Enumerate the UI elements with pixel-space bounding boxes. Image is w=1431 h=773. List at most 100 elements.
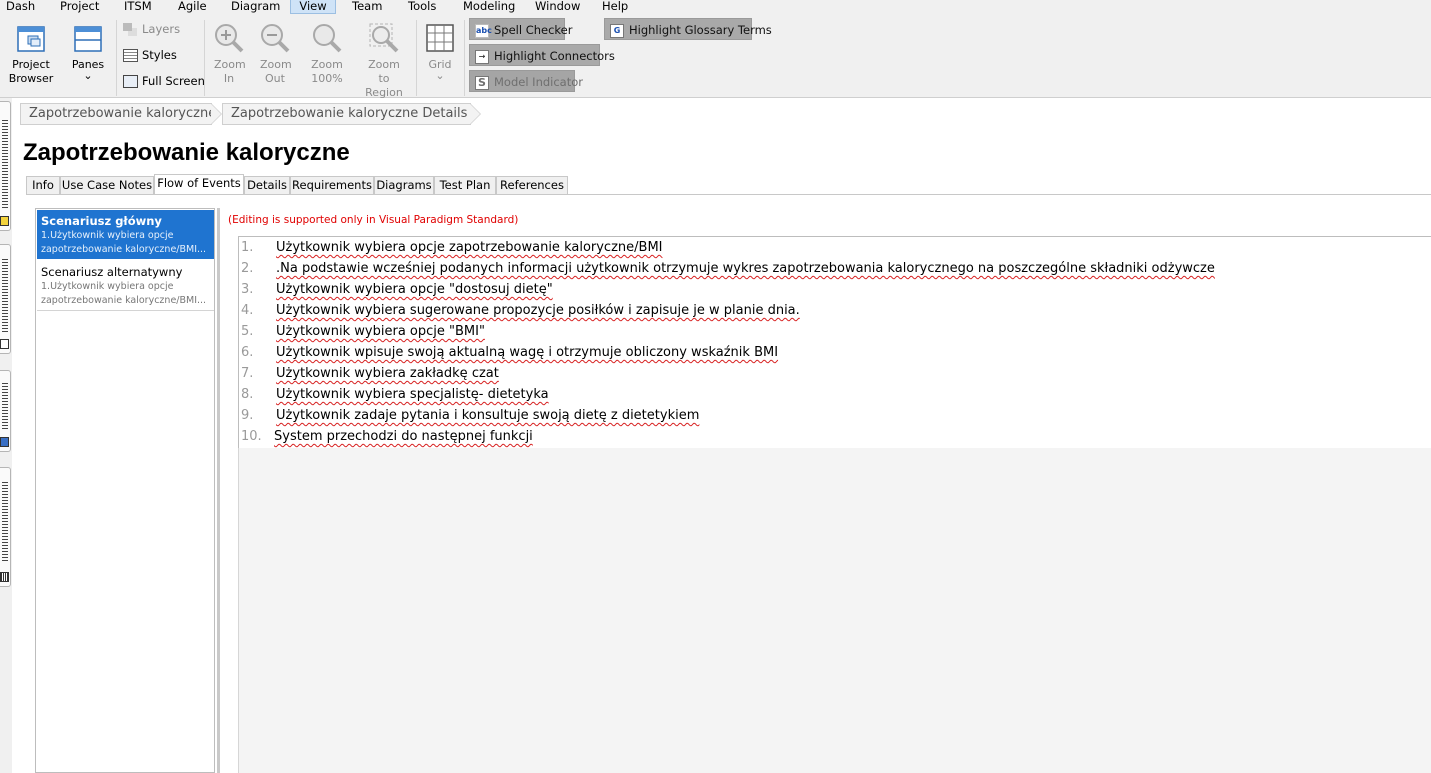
step-row[interactable]: 10. System przechodzi do następnej funkc…	[239, 428, 1429, 449]
model-indicator-toggle[interactable]: S Model Indicator	[469, 70, 583, 92]
zoom-100-icon	[313, 24, 342, 53]
scenario-divider	[37, 310, 214, 311]
model-indicator-icon: S	[475, 75, 489, 90]
side-tab-model-explorer[interactable]	[0, 244, 11, 354]
zoom-to-region-icon	[369, 23, 399, 53]
splitter-handle[interactable]	[217, 208, 220, 773]
zoom-100-button[interactable]: Zoom 100%	[303, 22, 351, 86]
menu-view[interactable]: View	[290, 0, 336, 14]
zoom-out-button[interactable]: Zoom Out	[254, 22, 296, 86]
step-text: Użytkownik zadaje pytania i konsultuje s…	[276, 408, 700, 423]
steps-list: 1. Użytkownik wybiera opcje zapotrzebowa…	[238, 236, 1431, 448]
panes-chevron-icon: ⌄	[83, 69, 93, 82]
ribbon-separator	[204, 20, 205, 96]
spell-checker-toggle[interactable]: abc Spell Checker	[469, 18, 573, 40]
step-number: 6.	[241, 345, 254, 360]
tab-details[interactable]: Details	[244, 176, 290, 195]
tab-divider	[26, 194, 1431, 195]
menu-tools[interactable]: Tools	[402, 0, 442, 14]
ribbon-separator	[116, 20, 117, 96]
property-icon	[0, 437, 9, 447]
panes-icon	[74, 26, 102, 52]
scenario-list: Scenariusz główny 1.Użytkownik wybiera o…	[35, 208, 215, 773]
tab-references[interactable]: References	[496, 176, 568, 195]
step-number: 9.	[241, 408, 254, 423]
breadcrumb-item-details[interactable]: Zapotrzebowanie kaloryczne Details	[222, 103, 481, 125]
side-tab-diagram-backlog[interactable]	[0, 467, 11, 587]
ribbon-separator	[416, 20, 417, 96]
project-browser-label: Project Browser	[8, 58, 54, 85]
collapsed-side-panel	[0, 98, 12, 773]
styles-label: Styles	[142, 48, 177, 62]
full-screen-button[interactable]: Full Screen	[123, 71, 205, 91]
styles-icon	[123, 49, 138, 62]
styles-button[interactable]: Styles	[123, 45, 177, 65]
menu-diagram[interactable]: Diagram	[225, 0, 286, 14]
step-text: Użytkownik wybiera sugerowane propozycje…	[276, 303, 800, 318]
tab-info[interactable]: Info	[26, 176, 60, 195]
side-tab-diagram-navigator[interactable]	[0, 101, 11, 231]
step-row[interactable]: 3. Użytkownik wybiera opcje "dostosuj di…	[239, 281, 1429, 302]
tab-flow-of-events[interactable]: Flow of Events	[154, 174, 244, 195]
step-text: Użytkownik wybiera opcje "BMI"	[276, 324, 485, 339]
scenario-description: 1.Użytkownik wybiera opcje	[41, 281, 174, 292]
breadcrumb-label: Zapotrzebowanie kaloryczne	[29, 106, 217, 121]
step-row[interactable]: 5. Użytkownik wybiera opcje "BMI"	[239, 323, 1429, 344]
zoom-in-icon	[215, 24, 244, 53]
panes-button[interactable]: Panes ⌄	[66, 24, 110, 82]
menu-help[interactable]: Help	[596, 0, 634, 14]
steps-empty-area	[238, 448, 1431, 773]
grid-icon	[426, 24, 454, 52]
scenario-item-main[interactable]: Scenariusz główny 1.Użytkownik wybiera o…	[37, 210, 214, 259]
step-row[interactable]: 2. .Na podstawie wcześniej podanych info…	[239, 260, 1429, 281]
step-row[interactable]: 8. Użytkownik wybiera specjalistę- diete…	[239, 386, 1429, 407]
menu-agile[interactable]: Agile	[172, 0, 213, 14]
scenario-description: 1.Użytkownik wybiera opcje	[41, 230, 174, 241]
step-number: 5.	[241, 324, 254, 339]
project-browser-button[interactable]: Project Browser	[8, 24, 54, 86]
step-row[interactable]: 6. Użytkownik wpisuje swoją aktualną wag…	[239, 344, 1429, 365]
menu-window[interactable]: Window	[529, 0, 586, 14]
layers-button[interactable]: Layers	[123, 19, 180, 39]
tab-test-plan[interactable]: Test Plan	[434, 176, 496, 195]
view-ribbon: Project Browser Panes ⌄ Layers Styles Fu…	[0, 14, 1431, 100]
step-row[interactable]: 9. Użytkownik zadaje pytania i konsultuj…	[239, 407, 1429, 428]
step-text: System przechodzi do następnej funkcji	[274, 429, 533, 444]
step-text: Użytkownik wybiera zakładkę czat	[276, 366, 499, 381]
layers-icon	[123, 23, 138, 36]
zoom-in-button[interactable]: Zoom In	[208, 22, 250, 86]
side-tab-label-marks	[2, 482, 8, 562]
full-screen-icon	[123, 75, 138, 88]
breadcrumb-arrow-inner	[470, 104, 480, 124]
step-number: 7.	[241, 366, 254, 381]
menu-team[interactable]: Team	[346, 0, 388, 14]
menu-itsm[interactable]: ITSM	[118, 0, 158, 14]
tab-diagrams[interactable]: Diagrams	[374, 176, 434, 195]
grid-button[interactable]: Grid ⌄	[421, 22, 459, 81]
menu-dash[interactable]: Dash	[0, 0, 41, 14]
zoom-100-label: Zoom 100%	[311, 58, 343, 85]
scenario-title: Scenariusz główny	[41, 214, 162, 228]
menu-project[interactable]: Project	[54, 0, 105, 14]
tab-use-case-notes[interactable]: Use Case Notes	[60, 176, 154, 195]
step-row[interactable]: 7. Użytkownik wybiera zakładkę czat	[239, 365, 1429, 386]
step-text: .Na podstawie wcześniej podanych informa…	[276, 261, 1215, 276]
zoom-out-label: Zoom Out	[260, 58, 292, 85]
highlight-glossary-toggle[interactable]: G Highlight Glossary Terms	[604, 18, 772, 40]
zoom-to-region-button[interactable]: Zoom to Region	[358, 22, 410, 100]
scenario-item-alternative[interactable]: Scenariusz alternatywny 1.Użytkownik wyb…	[37, 261, 214, 309]
side-tab-property[interactable]	[0, 370, 11, 452]
spell-check-icon: abc	[475, 23, 492, 38]
step-text: Użytkownik wybiera opcje zapotrzebowanie…	[276, 240, 663, 255]
tab-requirements[interactable]: Requirements	[290, 176, 374, 195]
spell-checker-label: Spell Checker	[494, 23, 573, 37]
highlight-connectors-toggle[interactable]: → Highlight Connectors	[469, 44, 615, 66]
step-row[interactable]: 4. Użytkownik wybiera sugerowane propozy…	[239, 302, 1429, 323]
step-row[interactable]: 1. Użytkownik wybiera opcje zapotrzebowa…	[239, 239, 1429, 260]
menu-modeling[interactable]: Modeling	[457, 0, 521, 14]
zoom-to-region-label: Zoom to Region	[365, 58, 403, 99]
step-number: 10.	[241, 429, 262, 444]
step-number: 4.	[241, 303, 254, 318]
breadcrumb-item-use-case[interactable]: Zapotrzebowanie kaloryczne	[20, 103, 222, 125]
step-number: 8.	[241, 387, 254, 402]
